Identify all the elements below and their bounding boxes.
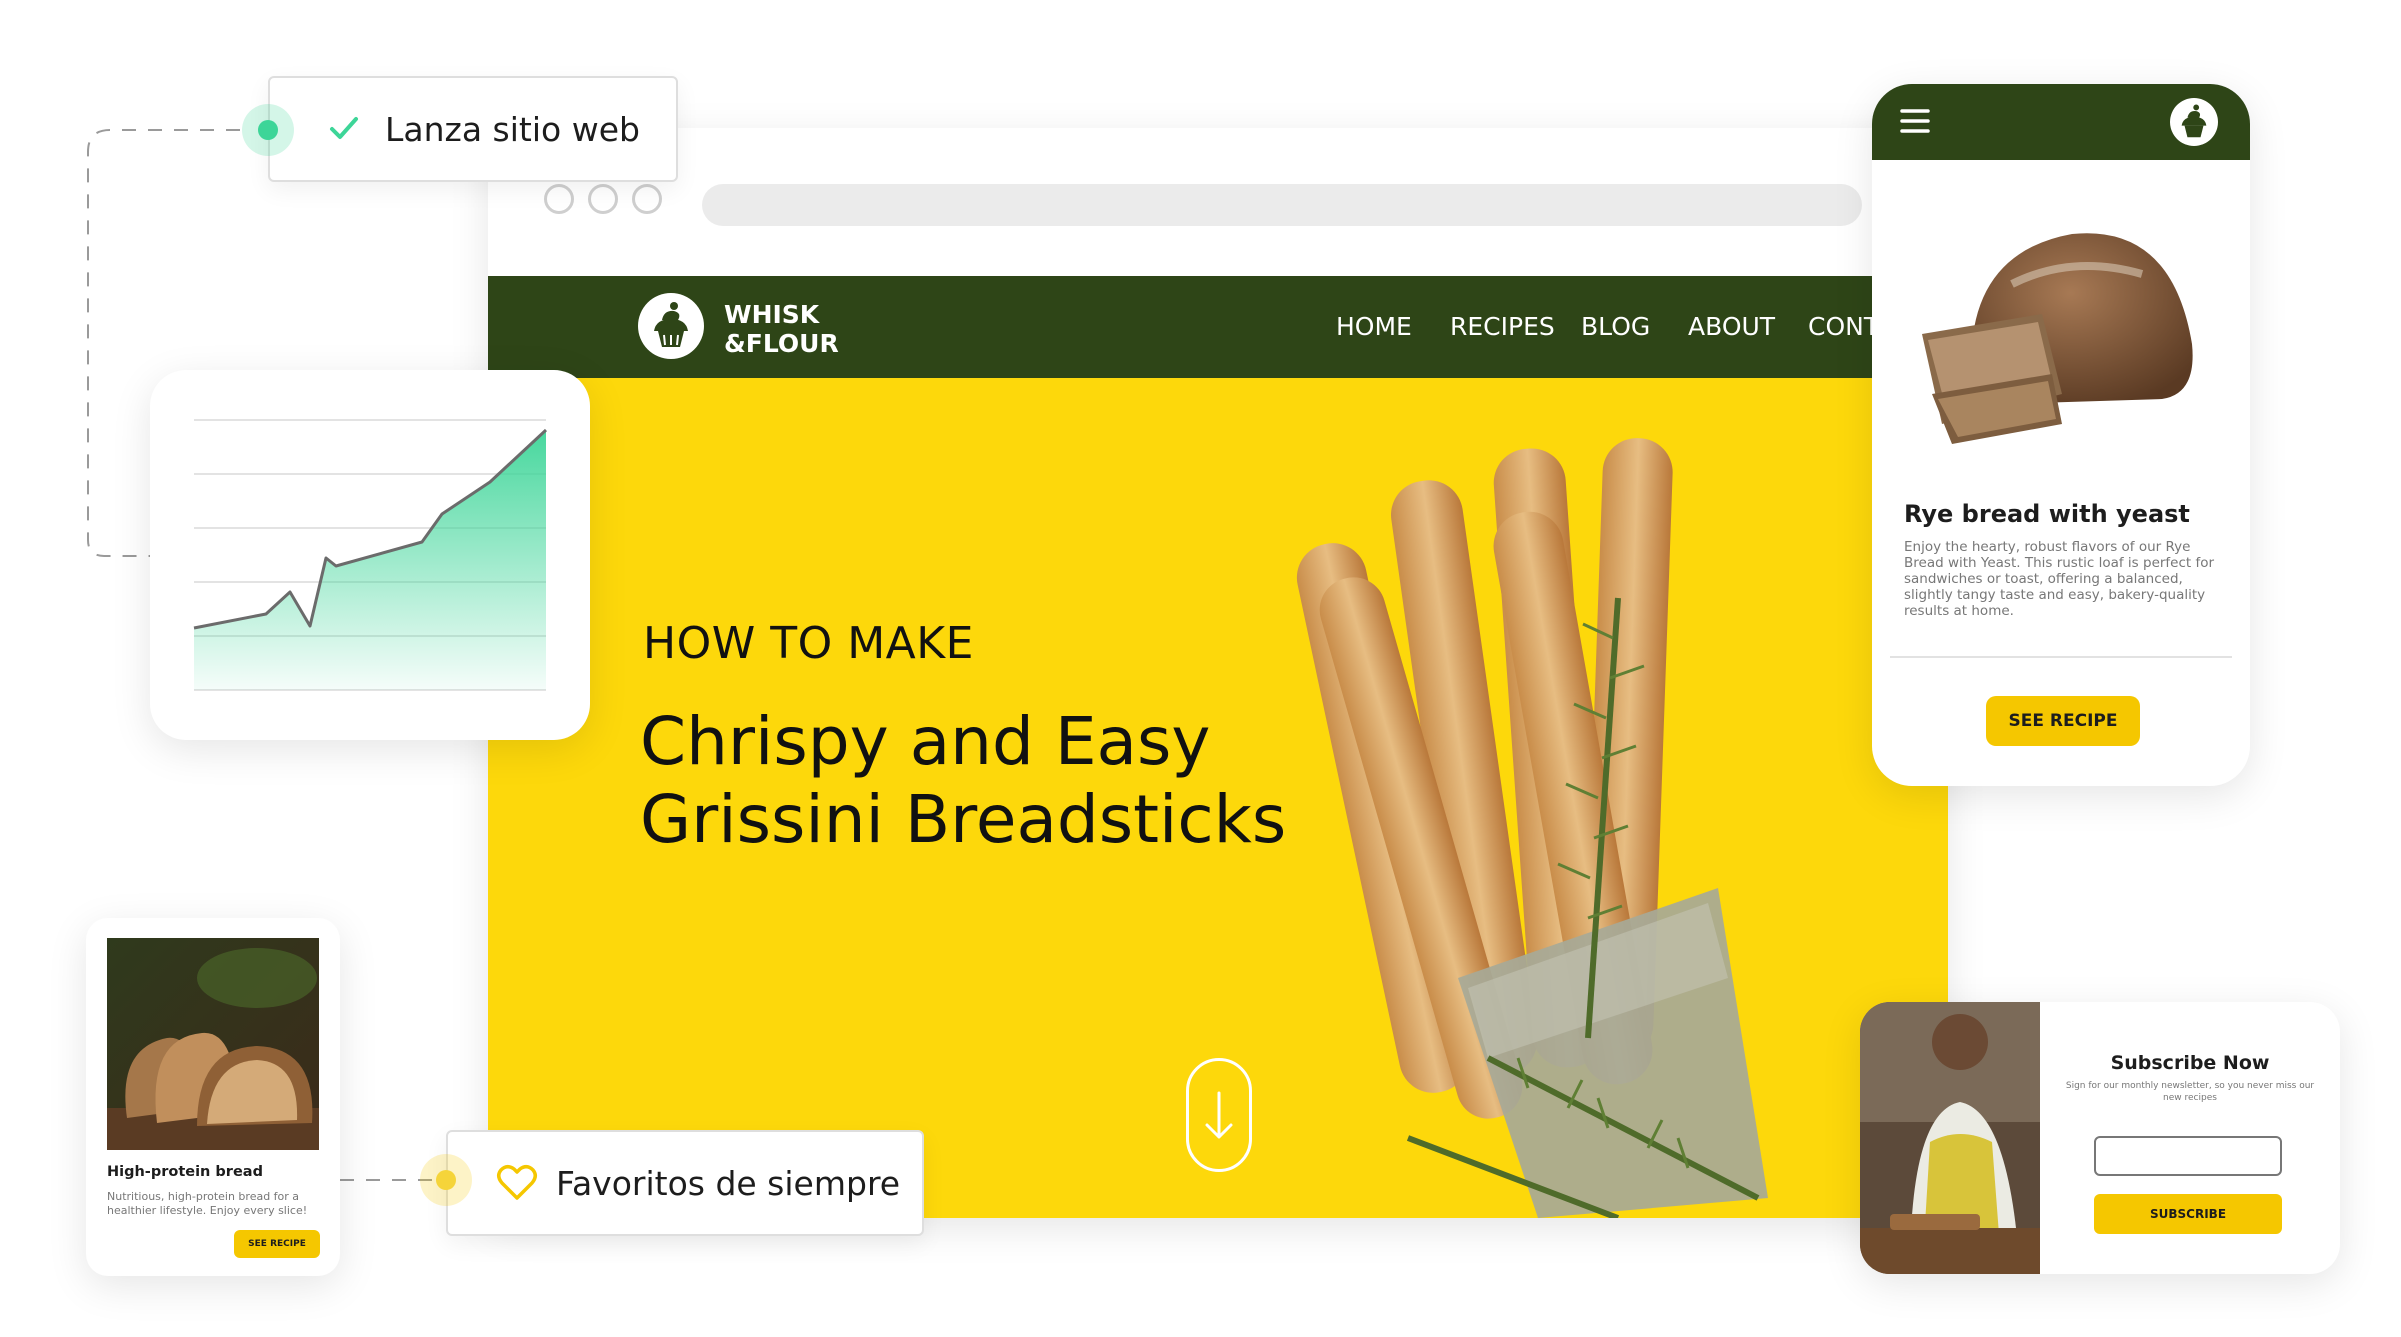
small-card-title: High-protein bread — [107, 1164, 263, 1180]
subscribe-card: Subscribe Now Sign for our monthly newsl… — [1860, 1002, 2340, 1274]
hero-title-line-2: Grissini Breadsticks — [640, 781, 1287, 858]
brand-name[interactable]: WHISK &FLOUR — [724, 300, 839, 358]
mobile-recipe-card: Rye bread with yeast Enjoy the hearty, r… — [1872, 84, 2250, 786]
small-see-recipe-button[interactable]: SEE RECIPE — [234, 1230, 320, 1258]
arrow-down-icon — [1205, 1091, 1233, 1139]
hero-section: HOW TO MAKE Chrispy and Easy Grissini Br… — [488, 378, 1948, 1218]
small-card-description: Nutritious, high-protein bread for a hea… — [107, 1190, 308, 1217]
breadsticks-image — [1296, 438, 1768, 1218]
hero-kicker: HOW TO MAKE — [643, 618, 974, 669]
address-bar[interactable] — [702, 184, 1862, 226]
subscribe-button[interactable]: SUBSCRIBE — [2094, 1194, 2282, 1234]
check-icon — [330, 117, 358, 139]
window-control-dot[interactable] — [588, 184, 618, 214]
browser-toolbar — [488, 128, 1948, 276]
cupcake-logo-icon[interactable] — [2170, 98, 2218, 146]
nav-blog[interactable]: BLOG — [1581, 312, 1650, 341]
growth-chart — [193, 419, 548, 691]
subscribe-title: Subscribe Now — [2110, 1052, 2270, 1074]
launch-badge-label: Lanza sitio web — [385, 110, 640, 149]
email-field[interactable] — [2094, 1136, 2282, 1176]
scroll-down-button[interactable] — [1186, 1058, 1252, 1172]
connector-node — [420, 1154, 472, 1206]
recipe-title: Rye bread with yeast — [1904, 500, 2190, 528]
favorites-badge: Favoritos de siempre — [446, 1130, 924, 1236]
hamburger-menu-icon[interactable] — [1900, 108, 1930, 134]
recipe-description: Enjoy the hearty, robust flavors of our … — [1904, 539, 2215, 619]
browser-window: WHISK &FLOUR HOME RECIPES BLOG ABOUT CON… — [488, 128, 1948, 1218]
site-navbar: WHISK &FLOUR HOME RECIPES BLOG ABOUT CON… — [488, 276, 1948, 378]
nav-home[interactable]: HOME — [1336, 312, 1412, 341]
connector-node — [242, 104, 294, 156]
launch-badge: Lanza sitio web — [268, 76, 678, 182]
small-recipe-card: High-protein bread Nutritious, high-prot… — [86, 918, 340, 1276]
heart-outline-icon — [497, 1165, 537, 1200]
growth-chart-card — [150, 370, 590, 740]
hero-title-line-1: Chrispy and Easy — [640, 703, 1211, 780]
hero-title: Chrispy and Easy Grissini Breadsticks — [640, 703, 1286, 859]
divider — [1890, 656, 2232, 658]
see-recipe-button[interactable]: SEE RECIPE — [1986, 696, 2140, 746]
brand-line-2: &FLOUR — [724, 329, 839, 358]
window-control-dot[interactable] — [632, 184, 662, 214]
mobile-header — [1872, 84, 2250, 160]
nav-about[interactable]: ABOUT — [1688, 312, 1775, 341]
window-control-dot[interactable] — [544, 184, 574, 214]
high-protein-bread-image — [107, 938, 319, 1150]
brand-line-1: WHISK — [724, 300, 820, 329]
baker-photo — [1860, 1002, 2040, 1274]
rye-bread-image — [1922, 233, 2193, 444]
nav-recipes[interactable]: RECIPES — [1450, 312, 1555, 341]
favorites-badge-label: Favoritos de siempre — [556, 1164, 901, 1203]
cupcake-logo-icon[interactable] — [638, 293, 704, 359]
subscribe-subtitle: Sign for our monthly newsletter, so you … — [2065, 1081, 2315, 1103]
